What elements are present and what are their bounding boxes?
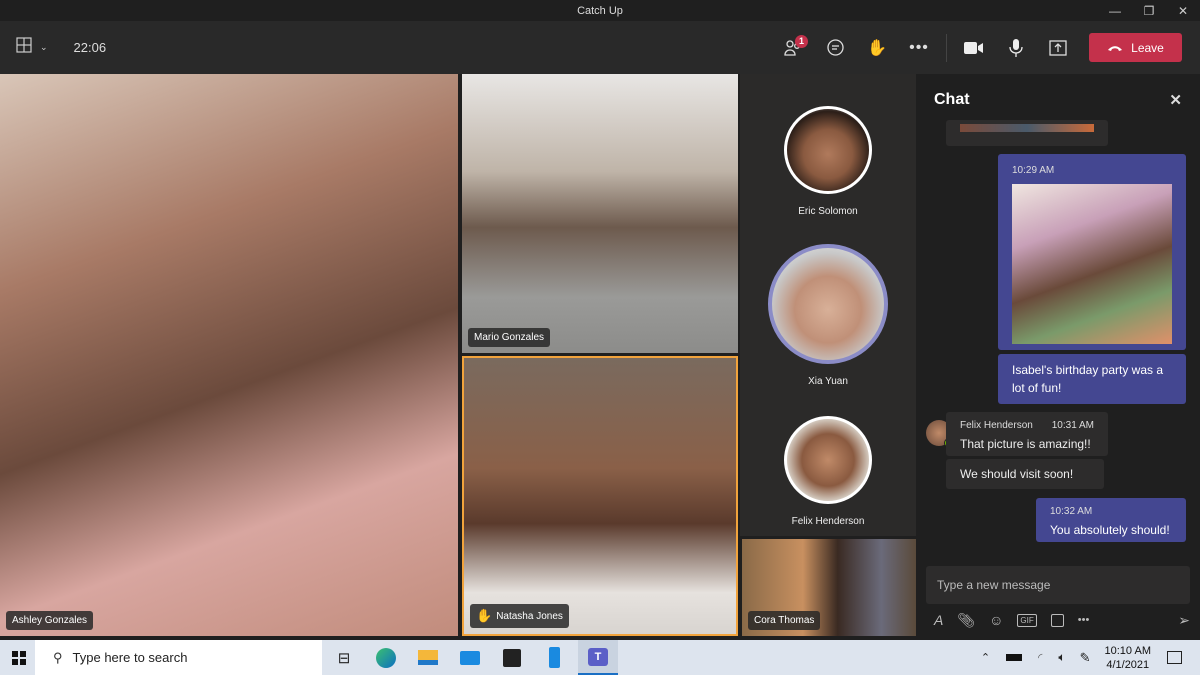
video-camera-icon	[964, 41, 983, 54]
participant-name: Natasha Jones	[496, 610, 563, 622]
minimize-button[interactable]: —	[1098, 0, 1132, 21]
pen-icon[interactable]: ✎	[1080, 650, 1091, 666]
chat-image-thumbnail[interactable]	[960, 124, 1094, 132]
video-tile-active-speaker[interactable]: ✋ Natasha Jones	[462, 356, 738, 636]
clock-date: 4/1/2021	[1106, 658, 1150, 671]
file-explorer-icon[interactable]	[408, 640, 448, 675]
window-title: Catch Up	[577, 4, 623, 17]
participant-name-tag: Cora Thomas	[748, 611, 821, 630]
search-placeholder: Type here to search	[72, 650, 188, 665]
store-icon[interactable]	[492, 640, 532, 675]
participant-name-tag: ✋ Natasha Jones	[470, 604, 569, 628]
taskbar-search[interactable]: ⚲ Type here to search	[35, 640, 322, 675]
raise-hand-button[interactable]: ✋	[856, 28, 898, 68]
avatar-name: Xia Yuan	[808, 376, 848, 387]
format-icon[interactable]: A	[934, 612, 943, 628]
camera-button[interactable]	[953, 28, 995, 68]
windows-taskbar: ⚲ Type here to search ⊟ T ⌃ ◜ 🔈︎ ✎ 10:10…	[0, 640, 1200, 675]
windows-start-icon[interactable]	[12, 651, 26, 665]
leave-button[interactable]: Leave	[1089, 33, 1182, 62]
chat-message: Isabel's birthday party was a lot of fun…	[998, 354, 1186, 404]
restore-button[interactable]: ❐	[1132, 0, 1166, 21]
chat-button[interactable]	[814, 28, 856, 68]
participants-button[interactable]: 1	[772, 28, 814, 68]
participant-avatars: Eric Solomon Xia Yuan Felix Henderson	[740, 74, 916, 536]
sticker-icon[interactable]	[1050, 613, 1064, 627]
notification-badge: 1	[795, 34, 808, 48]
avatar	[784, 416, 872, 504]
hang-up-icon	[1108, 45, 1123, 51]
edge-icon[interactable]	[366, 640, 406, 675]
task-view-icon[interactable]: ⊟	[324, 640, 364, 675]
participant-avatar-speaking[interactable]: Xia Yuan	[740, 244, 916, 387]
layout-grid-icon[interactable]	[16, 37, 32, 58]
participant-avatar[interactable]: Eric Solomon	[740, 106, 916, 217]
attach-icon[interactable]: 📎︎	[957, 612, 975, 629]
chat-message	[946, 120, 1108, 146]
avatar-name: Felix Henderson	[791, 516, 865, 527]
avatar-name: Eric Solomon	[798, 206, 858, 217]
phone-app-icon[interactable]	[534, 640, 574, 675]
message-timestamp: 10:29 AM	[1012, 165, 1055, 176]
system-clock[interactable]: 10:10 AM 4/1/2021	[1105, 644, 1151, 672]
chat-message: We should visit soon!	[946, 459, 1104, 489]
avatar	[768, 244, 888, 364]
meeting-toolbar: ⌄ 22:06 1 ✋ ••• Leave	[0, 21, 1200, 74]
share-screen-icon	[1049, 39, 1067, 56]
more-options-icon[interactable]: •••	[1078, 614, 1090, 626]
sender-name: Felix Henderson	[960, 420, 1033, 431]
participant-name-tag: Mario Gonzales	[468, 328, 551, 347]
participant-name: Cora Thomas	[754, 615, 815, 626]
battery-icon[interactable]	[1006, 654, 1023, 661]
hand-icon: ✋	[867, 39, 887, 57]
mail-icon[interactable]	[450, 640, 490, 675]
message-text: You absolutely should!	[1050, 523, 1170, 537]
video-tile[interactable]: Ashley Gonzales	[0, 74, 458, 636]
close-window-button[interactable]: ✕	[1166, 0, 1200, 21]
mic-button[interactable]	[995, 28, 1037, 68]
message-timestamp: 10:32 AM	[1050, 506, 1093, 517]
close-chat-icon[interactable]: ✕	[1169, 91, 1182, 109]
emoji-icon[interactable]: ☺	[989, 612, 1003, 628]
chat-image[interactable]	[1012, 184, 1172, 344]
participant-name: Ashley Gonzales	[12, 615, 88, 626]
search-icon: ⚲	[53, 649, 63, 665]
participant-name: Mario Gonzales	[474, 332, 545, 343]
video-stage: Ashley Gonzales Mario Gonzales ✋ Natasha …	[0, 74, 916, 636]
call-duration: 22:06	[73, 40, 107, 55]
video-tile[interactable]: Cora Thomas	[742, 539, 916, 636]
chat-message: 10:32 AM You absolutely should!	[1036, 498, 1186, 542]
share-screen-button[interactable]	[1037, 28, 1079, 68]
teams-icon[interactable]: T	[578, 640, 618, 675]
message-input[interactable]: Type a new message	[926, 566, 1190, 604]
clock-time: 10:10 AM	[1104, 644, 1151, 657]
participant-name-tag: Ashley Gonzales	[6, 611, 94, 630]
video-tile[interactable]: Mario Gonzales	[462, 74, 738, 353]
chat-message: Felix Henderson 10:31 AM That picture is …	[946, 412, 1108, 456]
message-text: That picture is amazing!!	[960, 437, 1091, 451]
more-icon: •••	[909, 38, 929, 56]
more-actions-button[interactable]: •••	[898, 28, 940, 68]
divider	[946, 33, 947, 62]
show-hidden-icons[interactable]: ⌃	[981, 651, 990, 664]
leave-label: Leave	[1131, 40, 1164, 55]
send-icon[interactable]: ➢	[1178, 612, 1190, 629]
chat-icon	[826, 39, 844, 56]
raised-hand-icon: ✋	[476, 608, 493, 623]
avatar	[784, 106, 872, 194]
wifi-icon[interactable]: ◜	[1038, 651, 1042, 664]
volume-icon[interactable]: 🔈︎	[1058, 650, 1065, 665]
participant-avatar[interactable]: Felix Henderson	[740, 416, 916, 527]
gif-icon[interactable]: GIF	[1017, 613, 1037, 627]
chat-message: 10:29 AM	[998, 154, 1186, 350]
microphone-icon	[1009, 38, 1023, 57]
message-timestamp: 10:31 AM	[1051, 420, 1094, 431]
chevron-down-icon[interactable]: ⌄	[40, 42, 48, 53]
notifications-icon[interactable]	[1167, 651, 1182, 664]
chat-title: Chat	[934, 91, 970, 108]
chat-panel: Chat ✕ 10:29 AM Isabel's birthday party …	[916, 74, 1200, 636]
title-bar: Catch Up — ❐ ✕	[0, 0, 1200, 21]
